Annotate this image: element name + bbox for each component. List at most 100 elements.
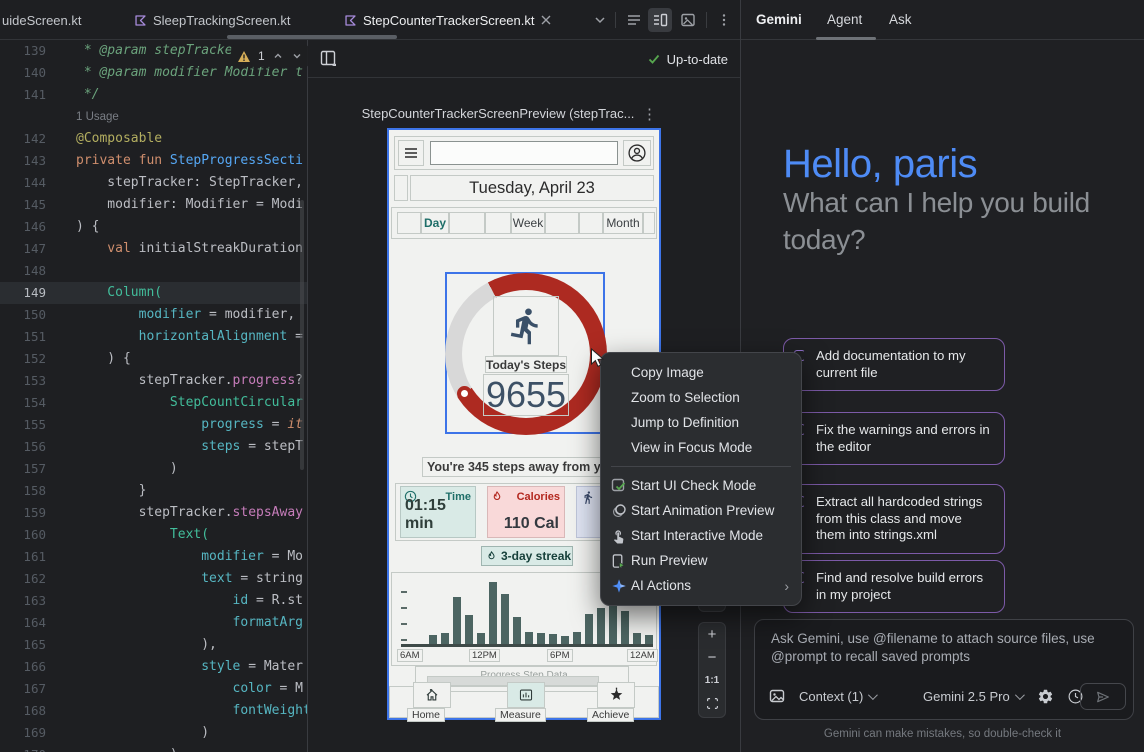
code-line[interactable]: 170 ) bbox=[0, 744, 307, 752]
app-tab-week[interactable]: Week bbox=[511, 212, 545, 234]
preview-title[interactable]: StepCounterTrackerScreenPreview (stepTra… bbox=[348, 106, 648, 121]
code-line[interactable]: 161 modifier = Mo bbox=[0, 546, 307, 568]
chart-bar bbox=[597, 608, 605, 644]
code-line[interactable]: 166 style = Mater bbox=[0, 656, 307, 678]
app-tab-day[interactable]: Day bbox=[421, 212, 449, 234]
code-line[interactable]: 150 modifier = modifier, bbox=[0, 304, 307, 326]
code-line[interactable]: 163 id = R.st bbox=[0, 590, 307, 612]
code-line[interactable]: 153 stepTracker.progress? bbox=[0, 370, 307, 392]
code-line[interactable]: 155 progress = it bbox=[0, 414, 307, 436]
gemini-input-box[interactable]: Ask Gemini, use @filename to attach sour… bbox=[754, 619, 1134, 720]
tab-strip-scrollbar[interactable] bbox=[227, 35, 397, 39]
code-line[interactable]: 169 ) bbox=[0, 722, 307, 744]
ide-window: uideScreen.kt SleepTrackingScreen.kt Ste… bbox=[0, 0, 1144, 752]
code-line[interactable]: 1 Usage bbox=[0, 106, 307, 128]
preview-kebab-icon[interactable]: ⋮ bbox=[642, 105, 657, 123]
app-search-field[interactable] bbox=[430, 141, 618, 165]
code-line[interactable]: 154 StepCountCircular bbox=[0, 392, 307, 414]
context-menu-item[interactable]: Start Interactive Mode bbox=[601, 523, 801, 548]
inspections-widget[interactable]: 1 bbox=[231, 45, 309, 67]
suggestion-card[interactable]: Extract all hardcoded strings from this … bbox=[783, 484, 1005, 554]
tab-ask[interactable]: Ask bbox=[889, 0, 912, 40]
close-tab-icon[interactable] bbox=[540, 14, 552, 26]
line-number: 160 bbox=[0, 524, 70, 546]
app-menu-button[interactable] bbox=[398, 140, 424, 166]
code-line[interactable]: 145 modifier: Modifier = Modi bbox=[0, 194, 307, 216]
code-line[interactable]: 147 val initialStreakDuration bbox=[0, 238, 307, 260]
nav-achieve-icon-box[interactable] bbox=[597, 682, 635, 708]
app-tab-month[interactable]: Month bbox=[603, 212, 643, 234]
suggestion-card[interactable]: Add documentation to my current file bbox=[783, 338, 1005, 391]
context-menu-item[interactable]: Start UI Check Mode bbox=[601, 473, 801, 498]
code-line[interactable]: 148 bbox=[0, 260, 307, 282]
code-line[interactable]: 167 color = M bbox=[0, 678, 307, 700]
progress-knob bbox=[457, 386, 472, 401]
tab-list-chevron-icon[interactable] bbox=[588, 8, 612, 32]
code-line[interactable]: 144 stepTracker: StepTracker, bbox=[0, 172, 307, 194]
line-number: 148 bbox=[0, 260, 70, 282]
context-dropdown[interactable]: Context (1) bbox=[799, 682, 875, 710]
code-line[interactable]: 158 } bbox=[0, 480, 307, 502]
context-menu-item[interactable]: View in Focus Mode bbox=[601, 435, 801, 460]
code-line[interactable]: 160 Text( bbox=[0, 524, 307, 546]
zoom-out-button[interactable]: − bbox=[699, 646, 725, 669]
usage-inlay-hint[interactable]: 1 Usage bbox=[76, 111, 119, 123]
code-line[interactable]: 159 stepTracker.stepsAway bbox=[0, 502, 307, 524]
code-line[interactable]: 141 */ bbox=[0, 84, 307, 106]
zoom-fit-button[interactable] bbox=[699, 692, 725, 715]
code-line[interactable]: 151 horizontalAlignment = bbox=[0, 326, 307, 348]
tab-agent[interactable]: Agent bbox=[827, 0, 862, 40]
code-text: StepCountCircular bbox=[70, 392, 307, 414]
context-menu-item[interactable]: Start Animation Preview bbox=[601, 498, 801, 523]
split-view-icon[interactable] bbox=[648, 8, 672, 32]
suggestion-card[interactable]: Find and resolve build errors in my proj… bbox=[783, 560, 1005, 613]
model-dropdown[interactable]: Gemini 2.5 Pro bbox=[923, 682, 1022, 710]
code-line[interactable]: 162 text = string bbox=[0, 568, 307, 590]
suggestion-card[interactable]: Fix the warnings and errors in the edito… bbox=[783, 412, 1005, 465]
code-line[interactable]: 149 Column( bbox=[0, 282, 307, 304]
code-line[interactable]: 143private fun StepProgressSecti bbox=[0, 150, 307, 172]
code-text: Column( bbox=[70, 282, 307, 304]
context-menu-item[interactable]: Jump to Definition bbox=[601, 410, 801, 435]
context-menu-item[interactable]: Run Preview bbox=[601, 548, 801, 573]
preview-toolbar: Up-to-date bbox=[308, 40, 740, 78]
calories-card: Calories 110 Cal bbox=[487, 486, 565, 538]
zoom-actual-button[interactable]: 1:1 bbox=[699, 669, 725, 692]
code-view-icon[interactable] bbox=[622, 8, 646, 32]
code-lines: 139 * @param stepTracke140 * @param modi… bbox=[0, 40, 307, 752]
tab-stepcountertrackerscreen[interactable]: StepCounterTrackerScreen.kt bbox=[338, 0, 558, 40]
nav-measure-icon-box[interactable] bbox=[507, 682, 545, 708]
send-button[interactable] bbox=[1080, 683, 1126, 710]
chart-bar bbox=[561, 636, 569, 644]
code-editor[interactable]: 139 * @param stepTracke140 * @param modi… bbox=[0, 40, 307, 752]
line-number: 167 bbox=[0, 678, 70, 700]
nav-home-icon-box[interactable] bbox=[413, 682, 451, 708]
editor-scrollbar[interactable] bbox=[300, 200, 304, 470]
context-menu-item[interactable]: Copy Image bbox=[601, 360, 801, 385]
tab-guidescreen[interactable]: uideScreen.kt bbox=[0, 0, 88, 40]
code-line[interactable]: 152 ) { bbox=[0, 348, 307, 370]
code-text: style = Mater bbox=[70, 656, 307, 678]
code-line[interactable]: 156 steps = stepT bbox=[0, 436, 307, 458]
context-menu-item[interactable]: AI Actions› bbox=[601, 573, 801, 598]
tab-sleeptrackingscreen[interactable]: SleepTrackingScreen.kt bbox=[128, 0, 297, 40]
code-line[interactable]: 164 formatArg bbox=[0, 612, 307, 634]
code-line[interactable]: 157 ) bbox=[0, 458, 307, 480]
code-line[interactable]: 168 fontWeight bbox=[0, 700, 307, 722]
zoom-in-button[interactable]: + bbox=[699, 623, 725, 646]
context-menu-item[interactable]: Zoom to Selection bbox=[601, 385, 801, 410]
code-line[interactable]: 146) { bbox=[0, 216, 307, 238]
next-warning-icon[interactable] bbox=[291, 50, 303, 62]
settings-button[interactable] bbox=[1037, 682, 1054, 710]
code-line[interactable]: 165 ), bbox=[0, 634, 307, 656]
line-number: 144 bbox=[0, 172, 70, 194]
app-account-button[interactable] bbox=[623, 140, 651, 166]
line-number: 150 bbox=[0, 304, 70, 326]
preview-layout-icon[interactable] bbox=[320, 50, 337, 67]
attach-image-button[interactable] bbox=[769, 682, 785, 710]
code-line[interactable]: 142@Composable bbox=[0, 128, 307, 150]
editor-options-kebab-icon[interactable] bbox=[712, 8, 736, 32]
design-view-icon[interactable] bbox=[676, 8, 700, 32]
code-text: modifier: Modifier = Modi bbox=[70, 194, 307, 216]
prev-warning-icon[interactable] bbox=[272, 50, 284, 62]
